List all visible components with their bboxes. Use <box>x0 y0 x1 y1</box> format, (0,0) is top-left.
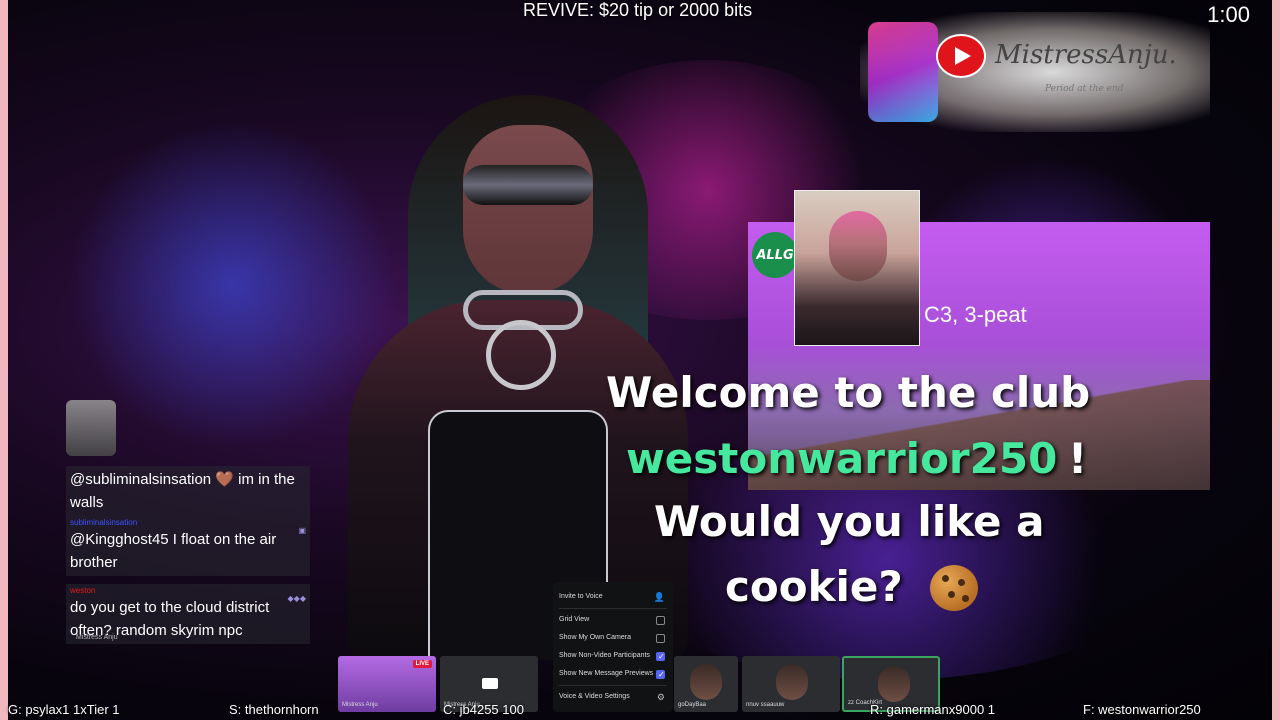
welcome-line-2: Would you like a <box>654 497 1045 546</box>
participant-name: goDayBaa <box>678 702 707 708</box>
alert-logo: ALLG <box>752 232 798 278</box>
participant-tile[interactable]: nnuv ssaauuw <box>742 656 840 712</box>
welcome-line-3: cookie? <box>725 562 903 611</box>
checkbox[interactable] <box>656 616 665 625</box>
participant-tile[interactable]: goDayBaa <box>674 656 738 712</box>
add-user-icon: 👤 <box>653 592 665 602</box>
chat-footer: Mistress Anju <box>76 634 118 641</box>
camera-icon <box>482 678 498 689</box>
menu-grid-view[interactable]: Grid View <box>559 611 667 629</box>
participant-avatar <box>690 664 722 700</box>
menu-invite-to-voice[interactable]: Invite to Voice 👤 <box>559 588 667 606</box>
menu-show-own-camera[interactable]: Show My Own Camera <box>559 629 667 647</box>
latest-sub: S: thethornhorn <box>229 702 319 717</box>
latest-gift: G: psylax1 1xTier 1 <box>8 702 120 717</box>
chat-message-text: do you get to the cloud district often? … <box>70 599 270 639</box>
chat-sender: subliminalsinsation <box>70 518 138 527</box>
chat-sender: weston <box>70 586 96 595</box>
participant-strip: LIVE Mistress Anju Mistress Anju goDayBa… <box>338 656 940 712</box>
streamer-face <box>463 125 593 295</box>
subscriber-head <box>829 211 887 281</box>
chat-message: subliminalsinsation @Kingghost45 I float… <box>66 516 310 576</box>
brand-tagline: Period at the end <box>1045 84 1124 94</box>
chat-message: @subliminalsinsation 🤎 im in the walls <box>66 466 310 516</box>
mascot-image <box>868 22 938 122</box>
chat-message-text: @Kingghost45 I float on the air brother <box>70 531 277 571</box>
latest-raid: R: gamermanx9000 1 <box>870 702 996 717</box>
brand-name: MistressAnju. <box>995 40 1177 70</box>
menu-item-label: Grid View <box>559 616 590 623</box>
participant-tile[interactable]: LIVE Mistress Anju <box>338 656 436 712</box>
chat-message-text: @subliminalsinsation 🤎 im in the walls <box>70 471 295 511</box>
subscriber-name: C3, 3-peat <box>924 302 1027 327</box>
participant-name: Mistress Anju <box>342 702 378 708</box>
brand-overlay: MistressAnju. Period at the end <box>860 12 1210 132</box>
revive-label: REVIVE: $20 tip or 2000 bits <box>523 0 753 20</box>
participant-avatar <box>878 666 910 702</box>
menu-divider <box>559 608 667 609</box>
subscriber-photo <box>794 190 920 346</box>
welcome-username: westonwarrior250 <box>626 434 1058 483</box>
latest-cheer: C: jb4255 100 <box>443 702 524 717</box>
menu-item-label: Show My Own Camera <box>559 634 631 641</box>
collar-ring <box>486 320 556 390</box>
participant-name: nnuv ssaauuw <box>746 702 785 708</box>
menu-item-label: Invite to Voice <box>559 593 603 600</box>
chat-badge-image <box>66 400 116 456</box>
countdown-timer: 1:00 <box>1207 2 1250 27</box>
participant-avatar <box>776 664 808 700</box>
background-light-blue <box>68 120 398 450</box>
chat-overlay: @subliminalsinsation 🤎 im in the walls s… <box>66 466 310 650</box>
youtube-icon <box>938 36 984 76</box>
welcome-line-1: Welcome to the club <box>606 368 1091 417</box>
sunglasses <box>463 165 593 205</box>
live-badge: LIVE <box>412 660 432 668</box>
latest-follow: F: westonwarrior250 <box>1083 702 1201 717</box>
cookie-icon <box>930 565 978 611</box>
welcome-exclaim: ! <box>1068 434 1088 483</box>
checkbox[interactable] <box>656 634 665 643</box>
chat-badges-icon: ◆◆◆ <box>287 594 306 603</box>
chat-badge-icon: ▣ <box>298 526 306 535</box>
